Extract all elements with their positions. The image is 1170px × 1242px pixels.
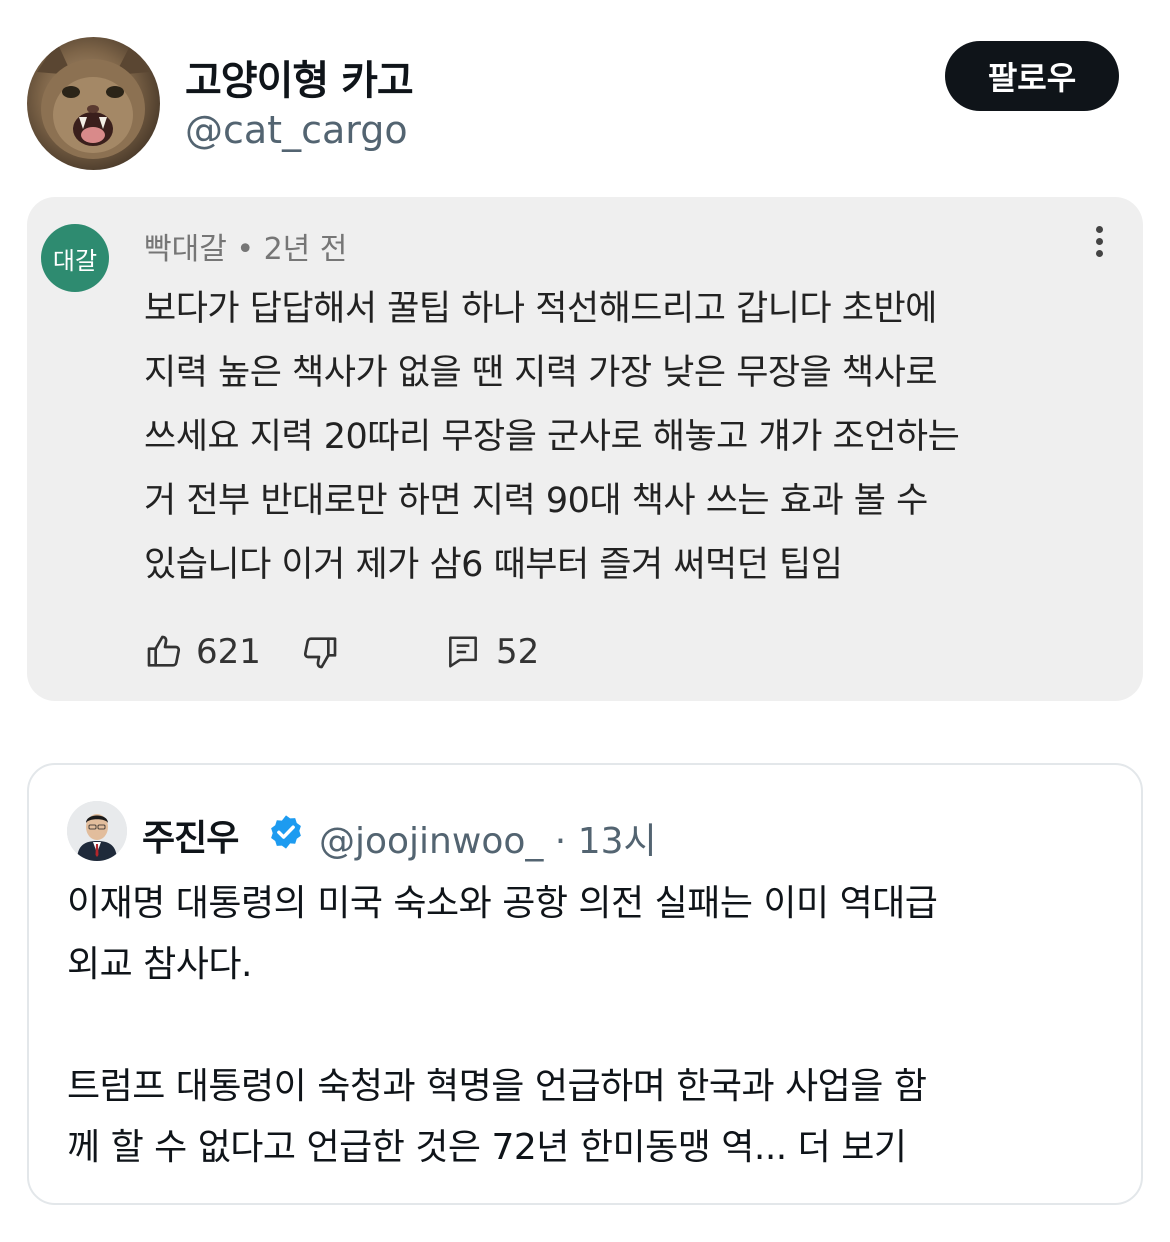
dislike-action [300,627,340,677]
tweet-header: 고양이형 카고 @cat_cargo 팔로우 [0,0,1170,190]
verified-badge-icon [271,815,301,849]
comment-text: 보다가 답답해서 꿀팁 하나 적선해드리고 갑니다 초반에 지력 높은 책사가 … [144,277,1134,597]
more-options-icon [1089,224,1109,264]
thumbs-up-icon [147,635,181,667]
comment-line: 지력 높은 책사가 없을 땐 지력 가장 낮은 무장을 책사로 [144,353,938,393]
comment-line: 있습니다 이거 제가 삼6 때부터 즐겨 써먹던 팁임 [144,545,843,585]
reply-count: 52 [496,632,540,672]
quote-line [67,995,1127,1056]
comment-line: 거 전부 반대로만 하면 지력 90대 책사 쓰는 효과 볼 수 [144,481,928,521]
quote-text: 이재명 대통령의 미국 숙소와 공항 의전 실패는 이미 역대급 외교 참사다.… [67,873,1127,1178]
quote-line: 트럼프 대통령이 숙청과 혁명을 언급하며 한국과 사업을 함 [67,1066,927,1107]
comment-screenshot-card: 대갈 빡대갈 • 2년 전 보다가 답답해서 꿀팁 하나 적선해드리고 갑니다 … [27,197,1143,701]
comment-icon [449,636,477,668]
comment-line: 보다가 답답해서 꿀팁 하나 적선해드리고 갑니다 초반에 [144,289,937,329]
reply-action: 52 [444,627,539,677]
cat-avatar-icon[interactable] [27,37,160,170]
quote-author-avatar[interactable] [67,801,127,861]
follow-button[interactable]: 팔로우 [945,41,1119,111]
thumbs-down-icon [303,637,337,669]
quote-line: 께 할 수 없다고 언급한 것은 72년 한미동맹 역... 더 보기 [67,1117,1127,1178]
comment-avatar: 대갈 [41,224,109,292]
quote-line: 외교 참사다. [67,944,253,985]
quoted-tweet[interactable]: 주진우 @joojinwoo_ · 13시 이재명 대통령의 미국 숙소와 공항… [27,763,1143,1205]
author-display-name[interactable]: 고양이형 카고 [185,48,414,106]
like-count: 621 [196,632,261,672]
show-more-link[interactable]: 더 보기 [798,1127,907,1168]
author-handle[interactable]: @cat_cargo [185,108,408,152]
like-action: 621 [144,627,261,677]
comment-meta: 빡대갈 • 2년 전 [144,232,348,267]
quote-line-text: 께 할 수 없다고 언급한 것은 72년 한미동맹 역... [67,1127,798,1168]
quote-author-handle-time: @joojinwoo_ · 13시 [319,821,657,862]
comment-line: 쓰세요 지력 20따리 무장을 군사로 해놓고 걔가 조언하는 [144,417,960,457]
quote-author-name[interactable]: 주진우 [142,809,239,861]
comment-actions: 621 52 [144,627,744,677]
quote-line: 이재명 대통령의 미국 숙소와 공항 의전 실패는 이미 역대급 [67,883,938,924]
